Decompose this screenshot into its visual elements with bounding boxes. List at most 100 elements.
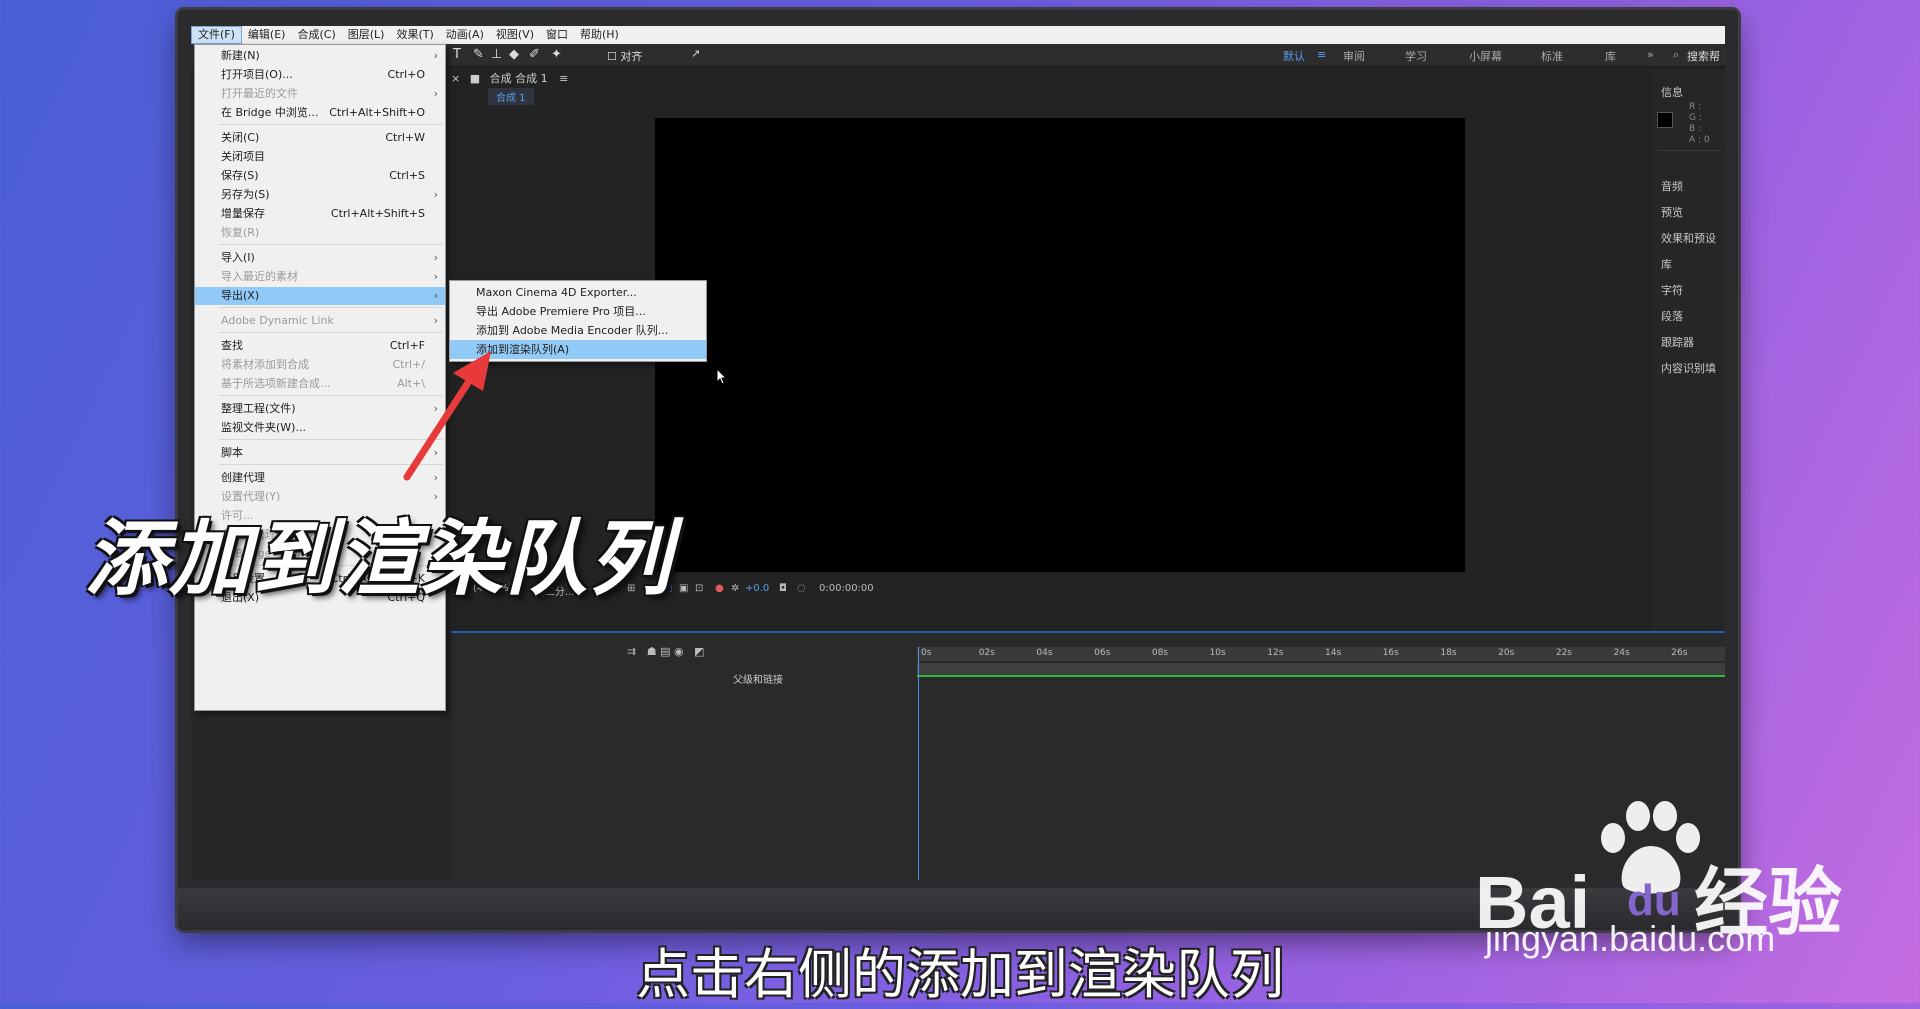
panel-menu-icon[interactable]: ≡ — [559, 72, 568, 85]
info-panel-title[interactable]: 信息 — [1661, 84, 1683, 100]
close-icon[interactable]: × — [451, 72, 460, 85]
workspace-learn[interactable]: 学习 — [1405, 48, 1427, 64]
time-ruler[interactable]: 0s 02s 04s 06s 08s 10s 12s 14s 16s 18s 20s 22s 24s 26… — [917, 647, 1725, 661]
menu-item-label: Adobe Dynamic Link — [221, 314, 334, 327]
work-area-bar[interactable] — [917, 663, 1725, 675]
show-snapshot-icon[interactable]: ◌ — [797, 583, 806, 594]
file-menu-item[interactable]: 在 Bridge 中浏览... Ctrl+Alt+Shift+O — [195, 104, 445, 122]
timeline-toolbar-icons[interactable]: ⇉ ☗ ▤ ◉ ◩ — [627, 645, 704, 658]
workspace-menu-icon[interactable]: ≡ — [1317, 48, 1326, 61]
menu-separator — [219, 244, 443, 245]
composition-viewer[interactable] — [655, 118, 1465, 572]
menu-item-label: 保存(S) — [221, 169, 259, 182]
ruler-tick-label: 06s — [1094, 648, 1111, 658]
chevron-right-icon: › — [433, 251, 438, 264]
timecode-display[interactable]: 0:00:00:00 — [819, 583, 874, 594]
puppet-pin-tool-icon[interactable]: ✦ — [551, 47, 562, 62]
playhead[interactable] — [918, 647, 919, 880]
file-menu-item[interactable]: 导入(I) › — [195, 249, 445, 267]
search-icon[interactable]: ⌕ — [1673, 48, 1679, 62]
file-menu-item[interactable]: 增量保存 Ctrl+Alt+Shift+S — [195, 205, 445, 223]
panel-paragraph[interactable]: 段落 — [1661, 308, 1683, 324]
file-menu-item[interactable]: 另存为(S) › — [195, 186, 445, 204]
panel-effects-presets[interactable]: 效果和预设 — [1661, 230, 1716, 246]
file-menu-item[interactable]: 保存(S) Ctrl+S — [195, 167, 445, 185]
guides-icon[interactable]: ▣ — [679, 583, 688, 594]
workspace-standard[interactable]: 标准 — [1541, 48, 1563, 64]
panel-content-aware-fill[interactable]: 内容识别填 — [1661, 360, 1716, 376]
snap-label: 对齐 — [620, 50, 643, 63]
snapshot-icon[interactable]: ◘ — [779, 583, 787, 594]
menu-item-label: 导出(X) — [221, 289, 260, 302]
workspace-small-screen[interactable]: 小屏幕 — [1469, 48, 1502, 64]
text-tool-icon[interactable]: T — [453, 47, 461, 62]
ruler-tick-label: 08s — [1151, 648, 1168, 658]
exposure-value[interactable]: +0.0 — [745, 583, 769, 594]
menu-item-shortcut: Ctrl+Alt+Shift+S — [330, 207, 425, 220]
ruler-tick-label: 22s — [1555, 648, 1572, 658]
right-panel: 信息 R : G : B : A : 0 音频 预览 效果和预设 库 字符 段落… — [1653, 70, 1725, 630]
file-menu-item: 恢复(R) — [195, 224, 445, 242]
menu-composition[interactable]: 合成(C) — [291, 26, 341, 44]
menu-item-label: 关闭(C) — [221, 131, 260, 144]
panel-tracker[interactable]: 跟踪器 — [1661, 334, 1694, 350]
menu-item-label: 查找 — [221, 339, 243, 352]
ruler-tick-label: 24s — [1613, 648, 1630, 658]
file-menu-item[interactable]: 新建(N) › — [195, 47, 445, 65]
parent-link-column[interactable]: 父级和链接 — [733, 671, 783, 686]
menu-item-label: 新建(N) — [221, 49, 260, 62]
workspace-default[interactable]: 默认 — [1283, 48, 1305, 64]
file-menu-item[interactable]: 导出(X) › — [195, 287, 445, 305]
panel-preview[interactable]: 预览 — [1661, 204, 1683, 220]
search-help-input[interactable]: 搜索帮 — [1687, 48, 1720, 64]
file-menu-item[interactable]: 打开项目(O)... Ctrl+O — [195, 66, 445, 84]
menu-item-label: 脚本 — [221, 446, 243, 459]
menu-item-shortcut: Ctrl+W — [385, 131, 425, 144]
menu-window[interactable]: 窗口 — [540, 26, 574, 44]
menu-layer[interactable]: 图层(L) — [342, 26, 391, 44]
file-menu-item[interactable]: 关闭项目 — [195, 148, 445, 166]
workspace-overflow-icon[interactable]: » — [1647, 48, 1654, 61]
brush-tool-icon[interactable]: ✎ — [473, 47, 484, 62]
file-menu-item[interactable]: 关闭(C) Ctrl+W — [195, 129, 445, 147]
ruler-tick-label: 14s — [1325, 648, 1342, 658]
clone-stamp-tool-icon[interactable]: ⊥ — [491, 47, 502, 62]
file-menu-item: 打开最近的文件 › — [195, 85, 445, 103]
export-c4d-item[interactable]: Maxon Cinema 4D Exporter... — [450, 283, 706, 302]
menu-edit[interactable]: 编辑(E) — [242, 26, 292, 44]
expand-icon[interactable]: ↗ — [691, 47, 700, 60]
menu-item-label: 关闭项目 — [221, 150, 265, 163]
eraser-tool-icon[interactable]: ◆ — [509, 47, 519, 62]
menu-separator — [219, 124, 443, 125]
menu-bar: 文件(F) 编辑(E) 合成(C) 图层(L) 效果(T) 动画(A) 视图(V… — [191, 26, 1725, 44]
menu-item-label: 导出 Adobe Premiere Pro 项目... — [476, 305, 646, 318]
snap-checkbox[interactable]: ☐ 对齐 — [607, 48, 642, 64]
panel-audio[interactable]: 音频 — [1661, 178, 1683, 194]
panel-character[interactable]: 字符 — [1661, 282, 1683, 298]
menu-effect[interactable]: 效果(T) — [390, 26, 439, 44]
rgba-readout: R : G : B : A : 0 — [1689, 102, 1710, 146]
menu-item-label: 另存为(S) — [221, 188, 270, 201]
export-premiere-item[interactable]: 导出 Adobe Premiere Pro 项目... — [450, 302, 706, 321]
menu-item-shortcut: Ctrl+Alt+Shift+O — [329, 106, 425, 119]
menu-view[interactable]: 视图(V) — [490, 26, 540, 44]
menu-file[interactable]: 文件(F) — [191, 26, 242, 44]
menu-help[interactable]: 帮助(H) — [574, 26, 625, 44]
ruler-tick-label: 20s — [1498, 648, 1515, 658]
lock-icon[interactable]: ■ — [470, 72, 480, 85]
panel-library[interactable]: 库 — [1661, 256, 1672, 272]
comp-tab[interactable]: 合成 1 — [488, 88, 534, 105]
menu-item-label: 在 Bridge 中浏览... — [221, 106, 319, 119]
workspace-review[interactable]: 审阅 — [1343, 48, 1365, 64]
channel-icon[interactable]: ● — [715, 583, 724, 594]
add-to-media-encoder-item[interactable]: 添加到 Adobe Media Encoder 队列... — [450, 321, 706, 340]
menu-item-shortcut: Ctrl+S — [389, 169, 425, 182]
exposure-icon[interactable]: ✲ — [731, 583, 739, 594]
a-value: A : 0 — [1689, 135, 1710, 145]
roto-brush-tool-icon[interactable]: ✐ — [529, 47, 540, 62]
menu-animation[interactable]: 动画(A) — [440, 26, 490, 44]
3d-view-icon[interactable]: ⊡ — [695, 583, 703, 594]
workspace-library[interactable]: 库 — [1605, 48, 1616, 64]
menu-item-label: 增量保存 — [221, 207, 265, 220]
r-value: R : — [1689, 102, 1702, 112]
